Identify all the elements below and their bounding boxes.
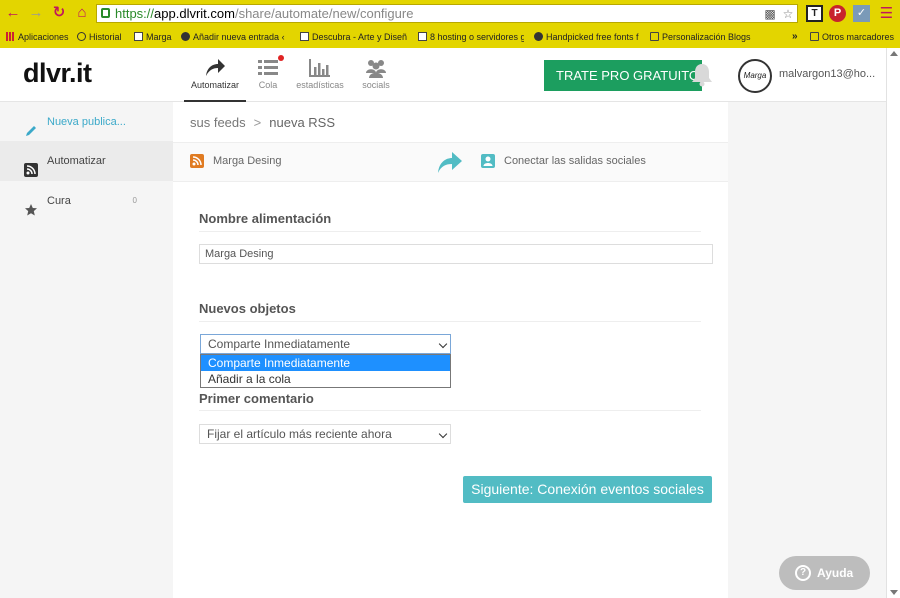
page-scrollbar[interactable] [886, 48, 900, 598]
folder-icon [650, 32, 659, 41]
page-icon [300, 32, 309, 41]
people-icon [365, 58, 387, 78]
bookmark-other-folder[interactable]: Otros marcadores [810, 30, 894, 44]
sidebar-item-automatizar[interactable]: Automatizar [0, 141, 173, 181]
breadcrumb-current: nueva RSS [269, 115, 336, 130]
reload-icon[interactable]: ↻ [50, 4, 68, 22]
bookmarks-bar: Aplicaciones Historial Marga Añadir nuev… [0, 27, 900, 47]
try-pro-button[interactable]: TRATE PRO GRATUITO [544, 60, 702, 91]
bookmark-fonts[interactable]: Handpicked free fonts f [534, 30, 640, 44]
forward-arrow-icon[interactable]: → [27, 4, 45, 22]
page-icon [134, 32, 143, 41]
user-email[interactable]: malvargon13@ho... [779, 68, 875, 80]
bookmark-folder-blogs[interactable]: Personalización Blogs [650, 30, 752, 44]
bookmark-apps[interactable]: Aplicaciones [6, 30, 69, 44]
avatar[interactable]: Marga [738, 59, 772, 93]
scroll-down-icon[interactable] [890, 590, 898, 595]
help-button[interactable]: ? Ayuda [779, 556, 870, 590]
sidebar-item-new-post[interactable]: Nueva publica... [0, 102, 173, 142]
next-connect-social-button[interactable]: Siguiente: Conexión eventos sociales [463, 476, 712, 503]
address-bar[interactable]: https://app.dlvrit.com/share/automate/ne… [96, 4, 798, 23]
panda-icon [181, 32, 190, 41]
pinterest-icon[interactable]: P [829, 5, 846, 22]
browser-toolbar: ← → ↻ ⌂ https://app.dlvrit.com/share/aut… [0, 0, 900, 27]
feed-name-heading: Nombre alimentación [199, 211, 332, 226]
scroll-up-icon[interactable] [890, 51, 898, 56]
cura-count-badge: 0 [132, 196, 137, 205]
home-icon[interactable]: ⌂ [73, 4, 91, 22]
chart-extension-icon[interactable]: ✓ [853, 5, 870, 22]
first-comment-select[interactable]: Fijar el artículo más reciente ahora [199, 424, 451, 444]
help-question-icon: ? [795, 565, 811, 581]
bell-icon[interactable] [689, 62, 715, 88]
nav-estadisticas[interactable]: estadísticas [292, 58, 348, 102]
pencil-icon [24, 115, 38, 136]
browser-chrome: ← → ↻ ⌂ https://app.dlvrit.com/share/aut… [0, 0, 900, 48]
bookmark-new-post[interactable]: Añadir nueva entrada ‹ [181, 30, 289, 44]
divider [199, 231, 701, 232]
rss-icon [24, 154, 38, 177]
dlvrit-logo[interactable]: dlvr.it [23, 58, 92, 89]
translate-icon[interactable]: ▩ [763, 7, 777, 21]
main-content: sus feeds > nueva RSS Marga Desing Conecta… [173, 102, 728, 598]
new-items-heading: Nuevos objetos [199, 301, 296, 316]
rss-feed-icon [190, 154, 204, 168]
t-extension-icon[interactable]: T [806, 5, 823, 22]
fonts-icon [534, 32, 543, 41]
bookmark-marga[interactable]: Marga [134, 30, 172, 44]
new-items-dropdown: Comparte Inmediatamente Añadir a la cola [200, 354, 451, 388]
bookmark-star-icon[interactable]: ☆ [781, 7, 795, 21]
setup-steps-bar: Marga Desing Conectar las salidas social… [173, 142, 728, 182]
back-arrow-icon[interactable]: ← [4, 4, 22, 22]
right-panel [728, 102, 886, 598]
nav-socials[interactable]: socials [358, 58, 394, 102]
option-share-immediately[interactable]: Comparte Inmediatamente [201, 355, 450, 371]
user-icon [481, 154, 495, 168]
step-connect-social[interactable]: Conectar las salidas sociales [481, 154, 646, 168]
chevron-down-icon [438, 339, 448, 349]
chevron-down-icon [438, 429, 448, 439]
sidebar-item-cura[interactable]: Cura 0 [0, 181, 173, 221]
nav-automatizar[interactable]: Automatizar [184, 58, 246, 102]
breadcrumb: sus feeds > nueva RSS [190, 115, 335, 130]
notification-dot [278, 55, 284, 61]
queue-list-icon [257, 55, 284, 78]
option-add-to-queue[interactable]: Añadir a la cola [201, 371, 450, 387]
bookmark-descubra[interactable]: Descubra - Arte y Diseñ [300, 30, 408, 44]
step-source-feed: Marga Desing [190, 154, 281, 168]
menu-icon[interactable]: ☰ [878, 5, 895, 22]
apps-grid-icon [6, 32, 15, 41]
divider [199, 410, 701, 411]
star-icon [24, 194, 38, 216]
new-items-select[interactable]: Comparte Inmediatamente [200, 334, 451, 354]
share-arrow-icon [204, 58, 226, 78]
bar-chart-icon [309, 58, 331, 78]
breadcrumb-separator: > [253, 115, 262, 130]
folder-icon [810, 32, 819, 41]
divider [199, 321, 701, 322]
sidebar: Nueva publica... Automatizar Cura 0 [0, 102, 173, 598]
breadcrumb-feeds-link[interactable]: sus feeds [190, 115, 246, 130]
secure-lock-icon [101, 8, 110, 18]
feed-name-input[interactable]: Marga Desing [199, 244, 713, 264]
first-comment-heading: Primer comentario [199, 391, 314, 406]
bookmark-history[interactable]: Historial [77, 30, 122, 44]
history-clock-icon [77, 32, 86, 41]
step-arrow-icon [436, 151, 464, 175]
nav-cola[interactable]: Cola [254, 55, 284, 102]
bookmarks-overflow[interactable]: » [792, 30, 798, 44]
bookmark-hosting[interactable]: 8 hosting o servidores g [418, 30, 524, 44]
page-icon [418, 32, 427, 41]
